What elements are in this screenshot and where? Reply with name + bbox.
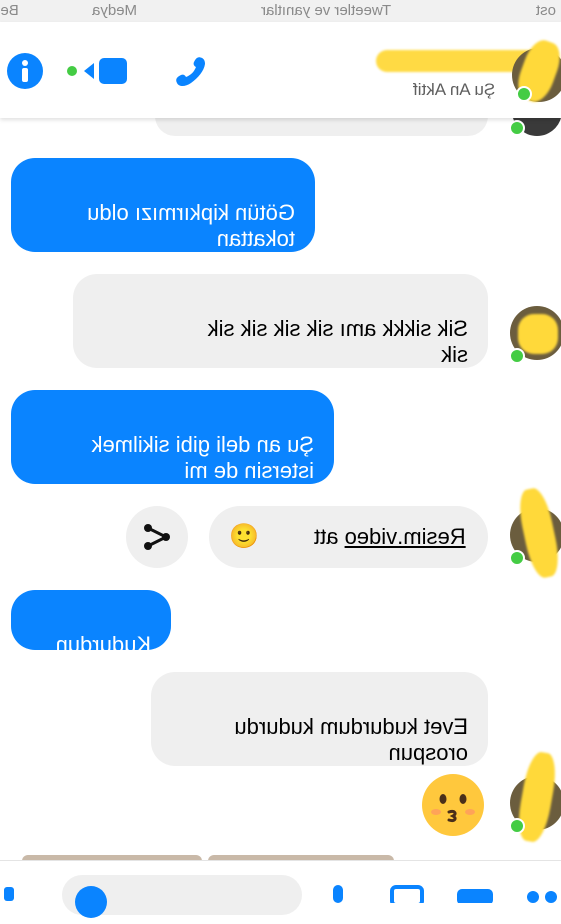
video-icon[interactable] <box>66 56 128 91</box>
thumbs-up-icon[interactable] <box>0 883 24 906</box>
message-bubble-outgoing[interactable]: Kudurdun <box>11 590 171 657</box>
profile-tabs-strip: ost Tweetler ve yanıtlar Medya Beğ <box>0 0 561 22</box>
phone-icon[interactable] <box>172 52 210 95</box>
message-bubble-incoming[interactable]: Sik sikkk amı sik sik sik sik sik <box>73 274 488 368</box>
tab-tweets-replies: Tweetler ve yanıtlar <box>260 2 391 19</box>
message-input[interactable] <box>62 875 302 918</box>
online-indicator <box>509 120 525 136</box>
message-suffix: att <box>314 524 345 549</box>
info-icon[interactable] <box>6 52 44 95</box>
chat-header: Şu An Aktif <box>0 22 561 118</box>
share-icon <box>142 522 172 557</box>
kiss-emoji-message[interactable] <box>422 774 484 836</box>
tab-posts-fragment: ost <box>535 2 556 19</box>
emoji-icon[interactable] <box>74 885 108 924</box>
online-indicator <box>516 86 532 102</box>
online-indicator <box>509 818 525 834</box>
composer-bar <box>0 860 561 918</box>
message-text: Kudurdun <box>55 632 151 657</box>
gallery-icon[interactable] <box>390 885 424 908</box>
online-indicator <box>509 550 525 566</box>
tab-likes-fragment: Beğ <box>0 2 19 19</box>
emoji-glyph: 🙂 <box>229 523 259 550</box>
more-icon[interactable] <box>525 885 561 908</box>
share-button[interactable] <box>126 506 188 568</box>
tab-media: Medya <box>92 2 138 19</box>
camera-icon[interactable] <box>455 885 495 908</box>
message-bubble-outgoing[interactable]: Götün kipkırmızı oldu tokattan <box>11 158 315 252</box>
message-text: Götün kipkırmızı oldu tokattan <box>87 200 295 251</box>
online-indicator <box>509 348 525 364</box>
message-text: Sik sikkk amı sik sik sik sik sik <box>207 316 468 367</box>
message-link-bubble[interactable]: Resim.video att 🙂 <box>209 506 488 568</box>
contact-active-status: Şu An Aktif <box>412 80 495 99</box>
microphone-icon[interactable] <box>330 885 346 908</box>
link-text[interactable]: Resim.video <box>345 524 466 549</box>
message-bubble-outgoing[interactable]: Şu an deli gibi sikilmek istersin de mi <box>11 390 334 484</box>
message-text: Şu an deli gibi sikilmek istersin de mi <box>91 432 314 483</box>
message-bubble-incoming[interactable]: Evet kudurdum kudurdu orospun <box>151 672 488 766</box>
message-text: Evet kudurdum kudurdu orospun <box>234 714 468 765</box>
